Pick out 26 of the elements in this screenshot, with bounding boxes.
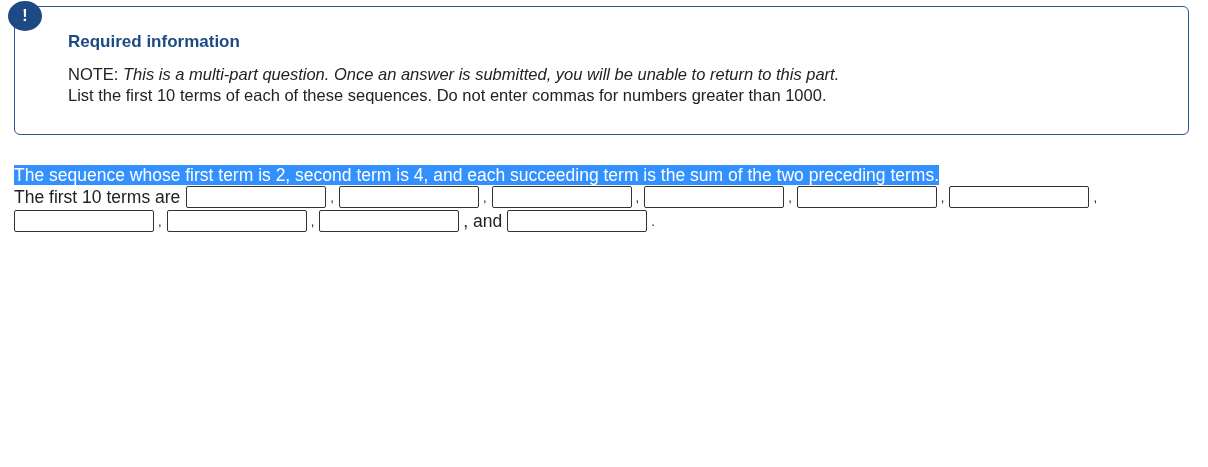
answer-field[interactable] [14, 210, 154, 232]
separator-text: . [651, 213, 655, 229]
separator-text: , [788, 189, 792, 205]
instruction-text: List the first 10 terms of each of these sequences. Do not enter commas for numbers greater than 1000. [68, 85, 828, 106]
answer-field[interactable] [644, 186, 785, 208]
separator-text: , [1093, 189, 1098, 205]
answer-lead-text: The first 10 terms are [14, 186, 181, 208]
question-text: The sequence whose first term is 2, second term is 4, and each succeeding term is the sum of the two preceding terms. [14, 165, 940, 185]
answer-field[interactable] [166, 210, 307, 232]
separator-text: , [158, 213, 162, 229]
note-text: NOTE: This is a multi-part question. Once an answer is submitted, you will be unable to return to this part. [68, 64, 841, 85]
notice-title: Required information [68, 32, 241, 52]
answer-field[interactable] [319, 210, 460, 232]
separator-text: , and [463, 210, 503, 232]
answer-field[interactable] [507, 210, 648, 232]
answer-field[interactable] [338, 186, 479, 208]
answer-field[interactable] [491, 186, 632, 208]
answer-field[interactable] [186, 186, 327, 208]
separator-text: , [482, 189, 487, 205]
alert-badge: ! [8, 1, 42, 31]
separator-text: , [940, 189, 945, 205]
separator-text: , [635, 189, 640, 205]
answer-field[interactable] [949, 186, 1090, 208]
separator-text: , [310, 213, 315, 229]
answer-field[interactable] [796, 186, 937, 208]
separator-text: , [330, 189, 334, 205]
